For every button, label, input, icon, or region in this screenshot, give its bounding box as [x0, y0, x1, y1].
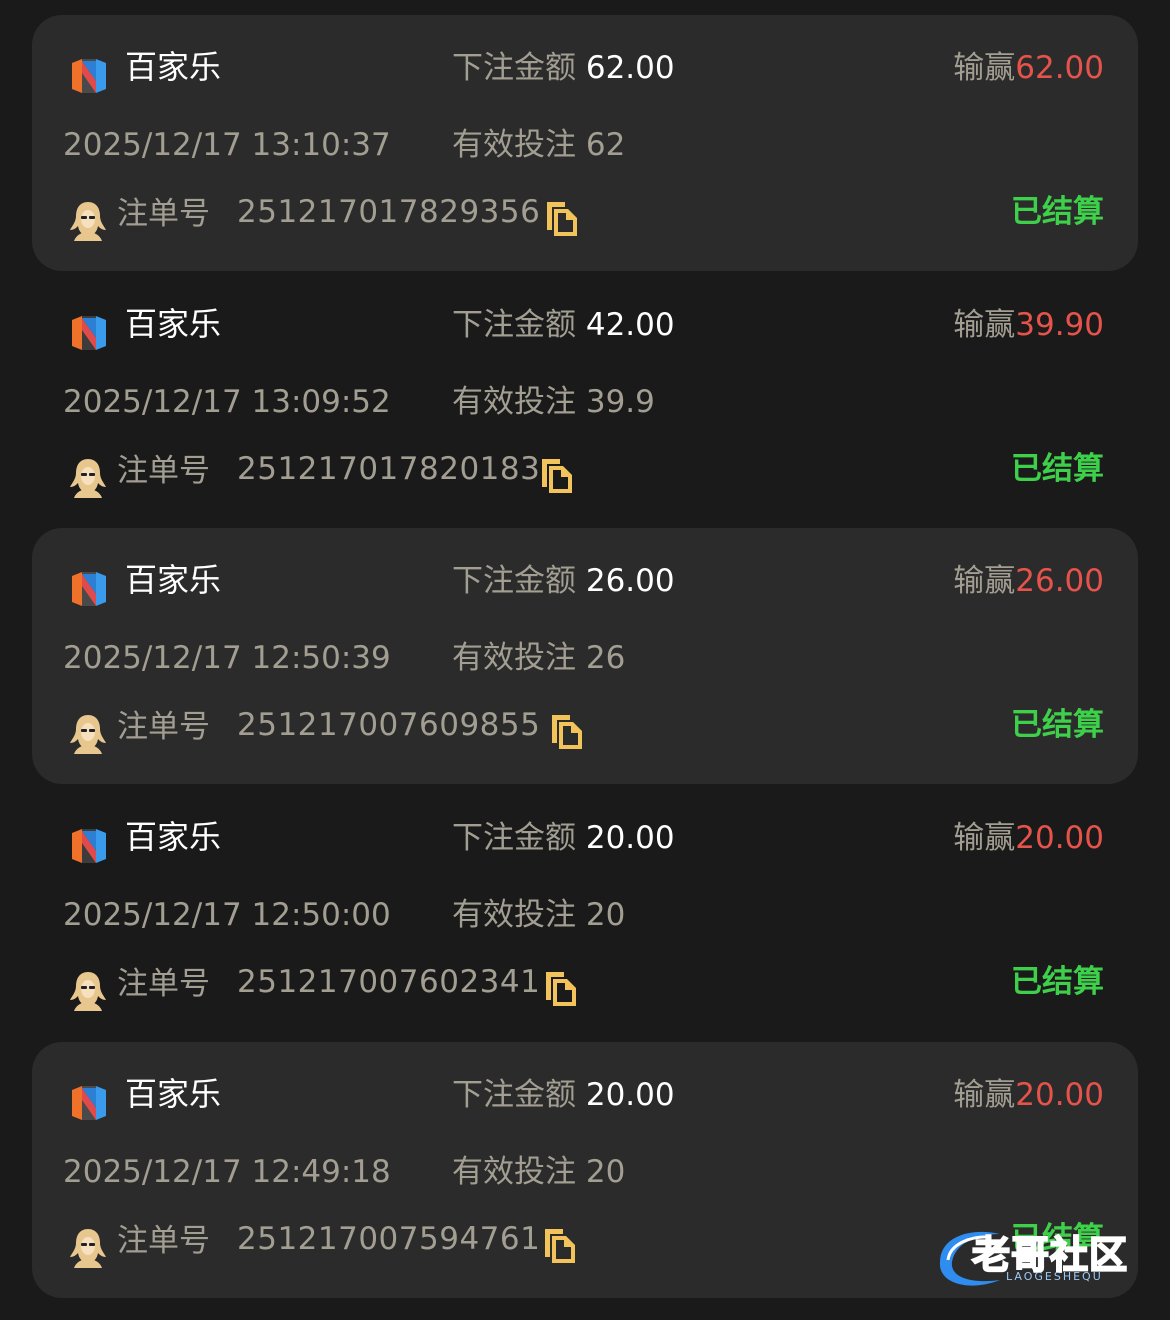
status-badge: 已结算 — [1011, 964, 1104, 1000]
valid-bet-value: 26 — [585, 640, 626, 676]
bet-record-card[interactable]: 百家乐 下注金额 26.00 输赢26.00 2025/12/17 12:50:… — [32, 528, 1138, 784]
order-no-value: 251217007602341 — [237, 964, 541, 1000]
watermark-logo: 老哥社区 LAOGESHEQU — [930, 1222, 1155, 1292]
bet-amount-value: 62.00 — [585, 50, 675, 86]
valid-bet: 有效投注 20 — [452, 1151, 625, 1193]
bet-time: 2025/12/17 12:50:39 — [63, 640, 391, 676]
valid-bet: 有效投注 39.9 — [452, 381, 655, 423]
valid-bet: 有效投注 62 — [452, 124, 625, 166]
avatar-icon — [70, 202, 106, 241]
game-logo-icon — [72, 572, 106, 606]
game-name: 百家乐 — [125, 48, 222, 86]
order-no-label: 注单号 — [117, 453, 210, 489]
bet-amount: 下注金额 62.00 — [452, 47, 675, 89]
valid-bet-label: 有效投注 — [452, 897, 576, 933]
bet-amount-label: 下注金额 — [452, 563, 576, 599]
win-loss: 输赢20.00 — [953, 817, 1104, 859]
game-name: 百家乐 — [125, 818, 222, 856]
avatar-icon — [70, 715, 106, 754]
bet-time: 2025/12/17 13:10:37 — [63, 127, 391, 163]
status-badge: 已结算 — [1011, 707, 1104, 743]
game-name: 百家乐 — [125, 305, 222, 343]
bet-time: 2025/12/17 12:50:00 — [63, 897, 391, 933]
game-logo-icon — [72, 316, 106, 350]
copy-icon[interactable] — [538, 455, 576, 495]
order-no-value: 251217007594761 — [237, 1221, 541, 1257]
win-loss-value: 20.00 — [1015, 1077, 1104, 1113]
win-loss-label: 输赢 — [953, 50, 1016, 86]
win-loss-label: 输赢 — [953, 820, 1016, 856]
game-logo-icon — [72, 59, 106, 93]
win-loss-label: 输赢 — [953, 563, 1016, 599]
order-no-label: 注单号 — [117, 1223, 210, 1259]
copy-icon[interactable] — [548, 711, 586, 751]
bet-record-card[interactable]: 百家乐 下注金额 42.00 输赢39.90 2025/12/17 13:09:… — [32, 272, 1138, 528]
win-loss-label: 输赢 — [953, 1077, 1016, 1113]
bet-amount: 下注金额 26.00 — [452, 560, 675, 602]
bet-amount-value: 20.00 — [585, 820, 675, 856]
bet-record-card[interactable]: 百家乐 下注金额 62.00 输赢62.00 2025/12/17 13:10:… — [32, 15, 1138, 271]
copy-icon[interactable] — [541, 1225, 579, 1265]
bet-amount: 下注金额 42.00 — [452, 304, 675, 346]
copy-icon[interactable] — [542, 968, 580, 1008]
order-no-value: 251217007609855 — [237, 707, 541, 743]
game-name: 百家乐 — [125, 1075, 222, 1113]
valid-bet-label: 有效投注 — [452, 384, 576, 420]
status-badge: 已结算 — [1011, 194, 1104, 230]
win-loss: 输赢20.00 — [953, 1074, 1104, 1116]
order-no-label: 注单号 — [117, 709, 210, 745]
bet-time: 2025/12/17 13:09:52 — [63, 384, 391, 420]
bet-amount-value: 26.00 — [585, 563, 675, 599]
win-loss: 输赢39.90 — [953, 304, 1104, 346]
game-logo-icon — [72, 1086, 106, 1120]
valid-bet-value: 62 — [585, 127, 626, 163]
valid-bet: 有效投注 20 — [452, 894, 625, 936]
win-loss-label: 输赢 — [953, 307, 1016, 343]
order-no-label: 注单号 — [117, 966, 210, 1002]
bet-amount-label: 下注金额 — [452, 50, 576, 86]
game-logo-icon — [72, 829, 106, 863]
valid-bet-value: 39.9 — [585, 384, 655, 420]
copy-icon[interactable] — [543, 198, 581, 238]
avatar-icon — [70, 1229, 106, 1268]
bet-time: 2025/12/17 12:49:18 — [63, 1154, 391, 1190]
valid-bet-value: 20 — [585, 897, 626, 933]
valid-bet-value: 20 — [585, 1154, 626, 1190]
bet-amount-label: 下注金额 — [452, 1077, 576, 1113]
order-no-value: 251217017829356 — [237, 194, 541, 230]
win-loss-value: 20.00 — [1015, 820, 1104, 856]
game-name: 百家乐 — [125, 561, 222, 599]
win-loss-value: 62.00 — [1015, 50, 1104, 86]
order-no-value: 251217017820183 — [237, 451, 541, 487]
bet-amount-label: 下注金额 — [452, 820, 576, 856]
valid-bet-label: 有效投注 — [452, 127, 576, 163]
bet-amount: 下注金额 20.00 — [452, 817, 675, 859]
win-loss: 输赢62.00 — [953, 47, 1104, 89]
win-loss-value: 26.00 — [1015, 563, 1104, 599]
valid-bet: 有效投注 26 — [452, 637, 625, 679]
bet-amount-label: 下注金额 — [452, 307, 576, 343]
watermark-subtitle: LAOGESHEQU — [1006, 1270, 1103, 1283]
avatar-icon — [70, 972, 106, 1011]
avatar-icon — [70, 459, 106, 498]
bet-amount-value: 20.00 — [585, 1077, 675, 1113]
bet-record-card[interactable]: 百家乐 下注金额 20.00 输赢20.00 2025/12/17 12:50:… — [32, 785, 1138, 1041]
bet-amount: 下注金额 20.00 — [452, 1074, 675, 1116]
valid-bet-label: 有效投注 — [452, 640, 576, 676]
bet-amount-value: 42.00 — [585, 307, 675, 343]
valid-bet-label: 有效投注 — [452, 1154, 576, 1190]
status-badge: 已结算 — [1011, 451, 1104, 487]
order-no-label: 注单号 — [117, 196, 210, 232]
win-loss: 输赢26.00 — [953, 560, 1104, 602]
win-loss-value: 39.90 — [1015, 307, 1104, 343]
